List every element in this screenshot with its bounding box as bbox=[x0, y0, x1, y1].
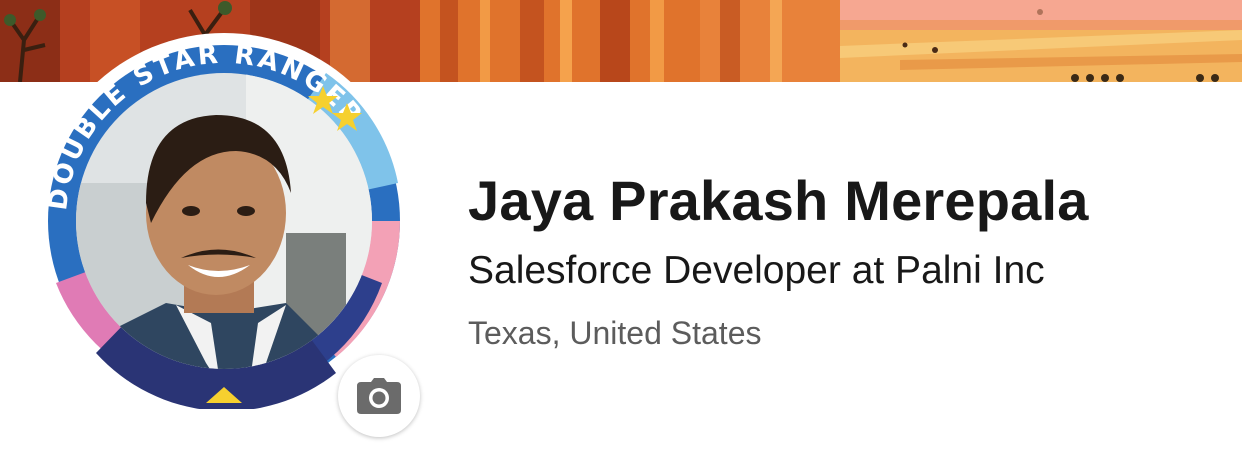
trailhead-rank-badge: DOUBLE STAR RANGER bbox=[36, 33, 412, 409]
profile-location: Texas, United States bbox=[468, 315, 762, 351]
change-photo-button[interactable] bbox=[338, 355, 420, 437]
profile-info: Jaya Prakash Merepala Salesforce Develop… bbox=[468, 166, 1089, 352]
profile-headline: Salesforce Developer at Palni Inc bbox=[468, 249, 1045, 292]
profile-avatar[interactable]: DOUBLE STAR RANGER bbox=[36, 33, 420, 437]
camera-icon bbox=[357, 378, 401, 414]
profile-name: Jaya Prakash Merepala bbox=[468, 169, 1089, 232]
